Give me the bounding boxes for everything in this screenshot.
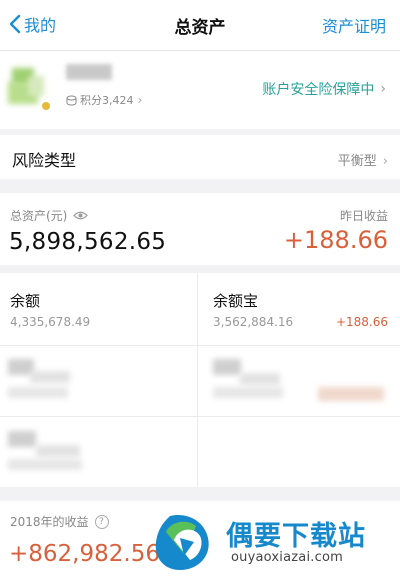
product-income: +188.66 — [335, 315, 388, 329]
yesterday-income-value: +188.66 — [283, 226, 388, 254]
avatar[interactable] — [8, 68, 52, 112]
grid-divider — [0, 416, 400, 417]
chevron-right-icon: › — [382, 154, 388, 169]
points-coin-icon — [66, 95, 77, 105]
watermark-url: ouyaoxiazai.com — [231, 550, 343, 565]
total-assets-card: 总资产(元) 5,898,562.65 昨日收益 +188.66 — [0, 193, 400, 265]
points-link[interactable]: 积分3,424 › — [66, 92, 142, 108]
total-assets-label-row: 总资产(元) — [10, 207, 89, 224]
product-amount: 3,562,884.16 — [213, 315, 294, 329]
annual-income-label: 2018年的收益 — [10, 515, 89, 529]
product-name: 余额 — [10, 292, 41, 310]
watermark-title: 偶要下载站 — [226, 521, 366, 552]
eye-icon[interactable] — [73, 210, 89, 221]
annual-income-label-row: 2018年的收益 ? — [10, 513, 109, 530]
grid-divider — [0, 345, 400, 346]
product-amount: 4,335,678.49 — [10, 315, 91, 329]
nav-bar: 我的 总资产 资产证明 — [0, 0, 400, 51]
risk-type-value: 平衡型 › — [338, 150, 388, 169]
total-assets-label: 总资产(元) — [10, 209, 68, 223]
chevron-right-icon: › — [137, 93, 143, 107]
risk-type-text: 平衡型 — [337, 154, 377, 169]
product-name: 余额宝 — [213, 292, 259, 310]
yesterday-income-label: 昨日收益 — [339, 209, 388, 223]
grid-divider — [197, 273, 198, 487]
total-assets-value: 5,898,562.65 — [9, 229, 167, 255]
product-grid: 余额 4,335,678.49 余额宝 3,562,884.16 +188.66 — [0, 273, 400, 487]
chevron-right-icon: › — [380, 81, 386, 97]
asset-certificate-link[interactable]: 资产证明 — [322, 13, 386, 37]
vip-badge-icon — [42, 102, 50, 110]
risk-type-row[interactable]: 风险类型 平衡型 › — [0, 135, 400, 179]
help-icon[interactable]: ? — [94, 514, 109, 529]
watermark-logo-icon — [155, 514, 209, 570]
risk-type-label: 风险类型 — [12, 151, 77, 170]
account-security-link[interactable]: 账户安全险保障中 › — [262, 79, 386, 99]
security-label: 账户安全险保障中 — [262, 82, 375, 98]
blurred-username — [66, 64, 112, 80]
points-label: 积分3,424 — [80, 94, 134, 107]
annual-income-value: +862,982.56 — [9, 541, 160, 567]
account-card[interactable]: 积分3,424 › 账户安全险保障中 › — [0, 51, 400, 129]
